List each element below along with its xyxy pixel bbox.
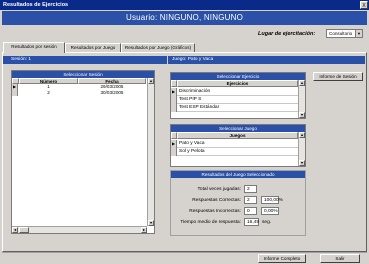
total-label: Total veces jugadas: (197, 187, 241, 192)
table-cell: 2 (47, 90, 50, 95)
tab-resultados-juego[interactable]: Resultados por Juego (65, 43, 121, 52)
incorrectas-label: Respuestas Incorrectas: (189, 209, 241, 214)
vertical-scrollbar[interactable]: ▲ ▼ (147, 78, 154, 226)
resultados-panel: Resultados del Juego Seleccionado Total … (170, 170, 306, 236)
juego-list-title: Seleccionar Juego (171, 125, 305, 132)
list-item-label: Pato y Vaca (179, 141, 205, 146)
lugar-select[interactable]: Consultorio ▼ (326, 29, 363, 38)
session-grid-title: Seleccionar Sesión (12, 71, 154, 78)
list-item[interactable]: Test PIP S (171, 96, 298, 104)
resultados-title: Resultados del Juego Seleccionado (171, 171, 305, 178)
correctas-pct-field: 100,00% (261, 196, 283, 204)
divider (2, 252, 367, 253)
informe-completo-button[interactable]: Informe Completo (258, 254, 306, 263)
current-row-icon: ▶ (171, 140, 177, 148)
game-info: Juego: Pato y Vaca (168, 56, 365, 64)
vertical-scrollbar[interactable]: ▲ ▼ (298, 132, 305, 166)
tab-resultados-sesion[interactable]: Resultados por sesión (3, 42, 65, 53)
tab-resultados-graficos[interactable]: Resultados por Juego (Gráficos) (121, 43, 195, 52)
horizontal-scrollbar[interactable]: ◄ ► (12, 226, 147, 233)
scroll-left-icon[interactable]: ◄ (12, 227, 18, 233)
session-info: Sesión: 1 (3, 56, 167, 64)
scroll-down-icon[interactable]: ▼ (299, 112, 305, 118)
list-item[interactable]: ▶ Pato y Vaca (171, 140, 298, 148)
user-banner: Usuario: NINGUNO, NINGUNO (2, 11, 367, 25)
scroll-up-icon[interactable]: ▲ (299, 132, 305, 138)
close-button[interactable]: X (360, 1, 368, 9)
chevron-down-icon[interactable]: ▼ (355, 30, 362, 37)
incorrectas-pct-field: 0,00% (261, 207, 279, 215)
list-item-label: Discriminación (179, 89, 211, 94)
scroll-down-icon[interactable]: ▼ (148, 220, 154, 226)
ejercicio-list: Seleccionar Ejercicio Ejercicios ▶ Discr… (170, 72, 306, 119)
vertical-scrollbar[interactable]: ▲ ▼ (298, 80, 305, 118)
column-header-ejercicios[interactable]: Ejercicios (177, 80, 298, 87)
scroll-thumb[interactable] (19, 227, 29, 233)
scroll-down-icon[interactable]: ▼ (299, 160, 305, 166)
list-item-label: Test PIP S (179, 97, 202, 102)
correctas-field: 2 (244, 196, 257, 204)
scroll-up-icon[interactable]: ▲ (299, 80, 305, 86)
total-field: 2 (244, 185, 257, 193)
scroll-up-icon[interactable]: ▲ (148, 78, 154, 84)
correctas-label: Respuestas Correctas: (192, 198, 241, 203)
session-grid: Seleccionar Sesión Número Fecha ▶ 1 29/0… (11, 70, 155, 234)
row-marker (12, 90, 18, 96)
scroll-right-icon[interactable]: ► (141, 227, 147, 233)
list-item-label: Sol y Pelota (179, 149, 205, 154)
lugar-value: Consultorio (329, 31, 353, 36)
salir-button[interactable]: Salir (320, 254, 360, 263)
ejercicio-list-title: Seleccionar Ejercicio (171, 73, 305, 80)
informe-sesion-button[interactable]: Informe de Sesión (313, 72, 363, 81)
juego-list: Seleccionar Juego Juegos ▶ Pato y Vaca S… (170, 124, 306, 167)
current-row-icon: ▶ (171, 88, 177, 96)
window-title: Resultados de Ejercicios (0, 0, 369, 10)
list-item-label: Test ESP Estándar (179, 105, 220, 110)
lugar-label: Lugar de ejercitación: (258, 31, 316, 37)
incorrectas-field: 0 (244, 207, 257, 215)
list-item[interactable]: Test ESP Estándar (171, 104, 298, 112)
table-row[interactable]: 2 30/03/2005 (12, 90, 146, 96)
list-item[interactable]: Sol y Pelota (171, 148, 298, 156)
table-cell: 30/03/2005 (100, 90, 124, 95)
row-marker (171, 148, 177, 156)
column-header-juegos[interactable]: Juegos (177, 132, 298, 139)
list-item[interactable]: ▶ Discriminación (171, 88, 298, 96)
tiempo-label: Tiempo medio de respuesta: (180, 220, 241, 225)
tiempo-unit: seg. (262, 220, 272, 225)
row-marker (171, 104, 177, 112)
tiempo-field: 16,49 (244, 218, 259, 226)
row-marker (171, 96, 177, 104)
